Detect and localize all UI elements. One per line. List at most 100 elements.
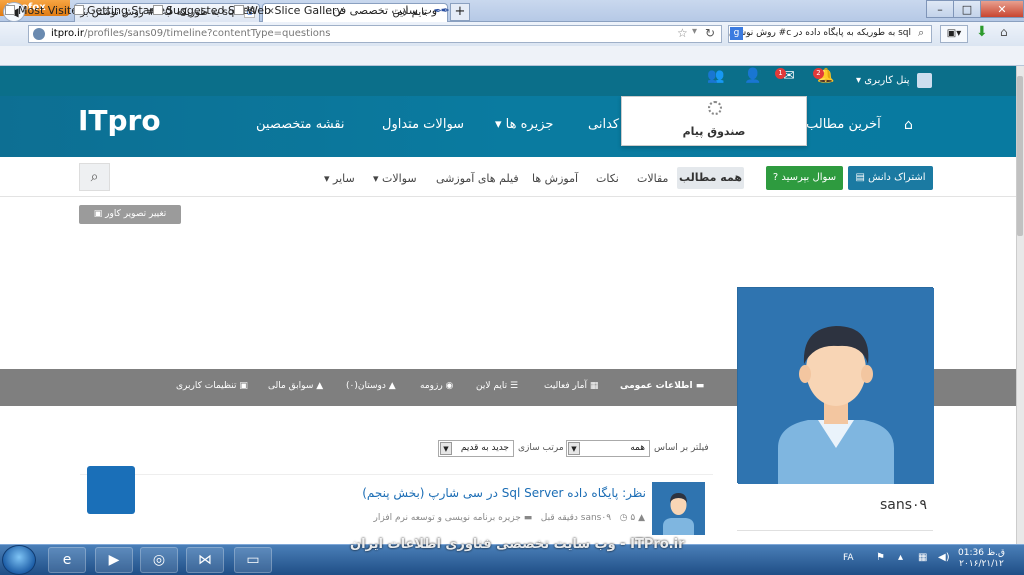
sort-select[interactable]: جدید به قدیم ▼ [438,440,514,457]
tab-activity-stats[interactable]: ▦ آمار فعالیت [544,381,598,391]
subnav-videos[interactable]: فیلم های آموزشی [436,172,519,185]
messages-badge: 1 [775,68,786,79]
home-browser-icon[interactable]: ⌂ [1000,25,1008,39]
subnav-tutorials[interactable]: آموزش ها [532,172,578,185]
system-clock[interactable]: 01:36 ق.ظ ۲۰۱۶/۲۱/۱۲ [958,548,1005,570]
tab-general-info[interactable]: ▬ اطلاعات عمومی [620,381,704,391]
tab-label: دوستان(۰) [346,381,386,391]
nav-kodani[interactable]: کدانی [588,117,619,132]
subnav-all-posts[interactable]: همه مطالب [677,167,744,189]
volume-icon[interactable]: ◀) [938,552,950,563]
user-avatar-illustration [738,288,934,484]
tab-label: اطلاعات عمومی [620,381,693,391]
close-window-button[interactable]: ✕ [980,0,1024,18]
ask-question-button[interactable]: سوال بپرسید ? [766,166,843,190]
file-explorer-icon[interactable]: ▭ [234,547,272,573]
money-icon: ▲ [313,381,324,391]
subnav-other[interactable]: سایر ▾ [324,172,355,185]
caret-down-icon: ▾ [373,172,379,185]
tab-friends[interactable]: ▲ دوستان(۰) [346,381,396,391]
media-player-icon[interactable]: ▶ [95,547,133,573]
tab-financial[interactable]: ▲ سوابق مالی [268,381,323,391]
select-value: جدید به قدیم [460,443,509,453]
reload-icon[interactable]: ↻ [705,26,715,40]
tray-flag-icon[interactable]: ⚑ [876,552,885,563]
select-arrow-icon: ▼ [440,442,452,455]
bookmark-star-icon[interactable]: ☆ [677,26,688,40]
bookmark-most-visited[interactable]: Most Visited [5,4,85,17]
network-icon[interactable]: ▦ [918,552,927,563]
globe-icon: ◉ [442,381,454,391]
search-text: sql به طوریکه به پایگاه داده در c# روش ن… [729,28,911,38]
google-engine-icon[interactable]: g [730,27,743,40]
profile-username: sans۰۹ [880,497,928,513]
nav-islands[interactable]: جزیره ها ▾ [495,117,553,132]
share-icon: ▤ [855,172,865,183]
post-author-avatar[interactable] [652,482,705,535]
user-avatar-illustration [652,482,705,535]
button-label: تغییر تصویر کاور [105,209,167,219]
tab-user-settings[interactable]: ▣ تنظیمات کاربری [176,381,248,391]
url-path: /profiles/sans09/timeline?contentType=qu… [83,28,331,39]
select-arrow-icon: ▼ [568,442,580,455]
search-icon[interactable]: ⌕ [918,26,924,40]
post-category[interactable]: جزیره برنامه نویسی و توسعه نرم افزار [374,513,521,523]
sort-label: مرتب سازی [518,443,564,453]
subnav-questions[interactable]: سوالات ▾ [373,172,417,185]
friends-icon[interactable]: 👥 [706,68,726,88]
select-value: همه [630,443,645,453]
tab-resume[interactable]: ◉ رزومه [420,381,453,391]
notifications-badge: 2 [813,68,824,79]
folder-icon: ▬ [523,513,533,523]
scrollbar-thumb[interactable] [1017,76,1023,236]
tab-label: سوابق مالی [268,381,314,391]
url-bar[interactable]: itpro.ir/profiles/sans09/timeline?conten… [28,25,722,43]
caret-down-icon: ▾ [495,117,502,132]
change-cover-button[interactable]: تغییر تصویر کاور ▣ [79,205,181,224]
window-controls: – □ ✕ [926,0,1024,18]
minimize-button[interactable]: – [926,0,954,18]
visual-studio-icon[interactable]: ⋈ [186,547,224,573]
bookmarks-menu-icon[interactable]: ▣▾ [940,25,968,43]
post-title-link[interactable]: نظر: پایگاه داده Sql Server در سی شارپ (… [362,486,646,500]
nav-label: جزیره ها [505,117,554,132]
post-author[interactable]: sans۰۹ [581,513,611,523]
new-tab-button[interactable]: + [450,3,470,21]
home-icon[interactable]: ⌂ [904,117,913,133]
site-logo[interactable]: ITpro [78,104,161,137]
internet-explorer-icon[interactable]: e [48,547,86,573]
download-icon[interactable]: ⬇ [976,24,988,40]
search-bar[interactable]: sql به طوریکه به پایگاه داده در c# روش ن… [728,25,932,43]
bookmark-itpro[interactable]: ✒ وب سایت تخصصی فن... [322,4,450,17]
site-identity-icon[interactable] [33,28,45,40]
image-icon: ▣ [93,209,103,219]
bookmark-icon [153,5,163,15]
bookmarks-toolbar [0,46,1024,66]
firefox-icon[interactable]: ◎ [140,547,178,573]
nav-experts-map[interactable]: نقشه متخصصین [256,117,345,132]
maximize-button[interactable]: □ [953,0,981,18]
tray-arrow-icon[interactable]: ▴ [898,552,903,563]
share-knowledge-button[interactable]: اشتراک دانش ▤ [848,166,933,190]
avatar[interactable] [917,73,932,88]
subnav-tips[interactable]: نکات [596,172,619,185]
post-meta: ▲ sans۰۹ ◷ ۵ دقیقه قبل ▬ جزیره برنامه نو… [330,513,646,523]
nav-faq[interactable]: سوالات متداول [382,117,464,132]
users-icon: ▲ [385,381,396,391]
filter-select[interactable]: همه ▼ [566,440,650,457]
start-button[interactable] [2,545,36,575]
subnav-articles[interactable]: مقالات [637,172,668,185]
nav-latest-posts[interactable]: آخرین مطالب [806,117,881,132]
tab-label: رزومه [420,381,443,391]
bookmark-icon [5,5,15,15]
caret-down-icon: ▾ [856,75,862,86]
site-search-button[interactable]: ⌕ [79,163,110,191]
dropdown-arrow-icon[interactable]: ▾ [692,26,697,37]
user-add-icon[interactable]: 👤 [743,68,763,88]
user-panel-menu[interactable]: پنل کاربری ▾ [856,75,910,86]
video-watermark: ITPro.ir - وب سایت تخصصی فناوری اطلاعات … [350,537,685,552]
filter-label: فیلتر بر اساس [654,443,709,453]
tab-timeline[interactable]: ☰ تایم لاین [476,381,518,391]
language-indicator[interactable]: FA [843,553,854,563]
post-type-bookmark-icon [87,466,135,514]
